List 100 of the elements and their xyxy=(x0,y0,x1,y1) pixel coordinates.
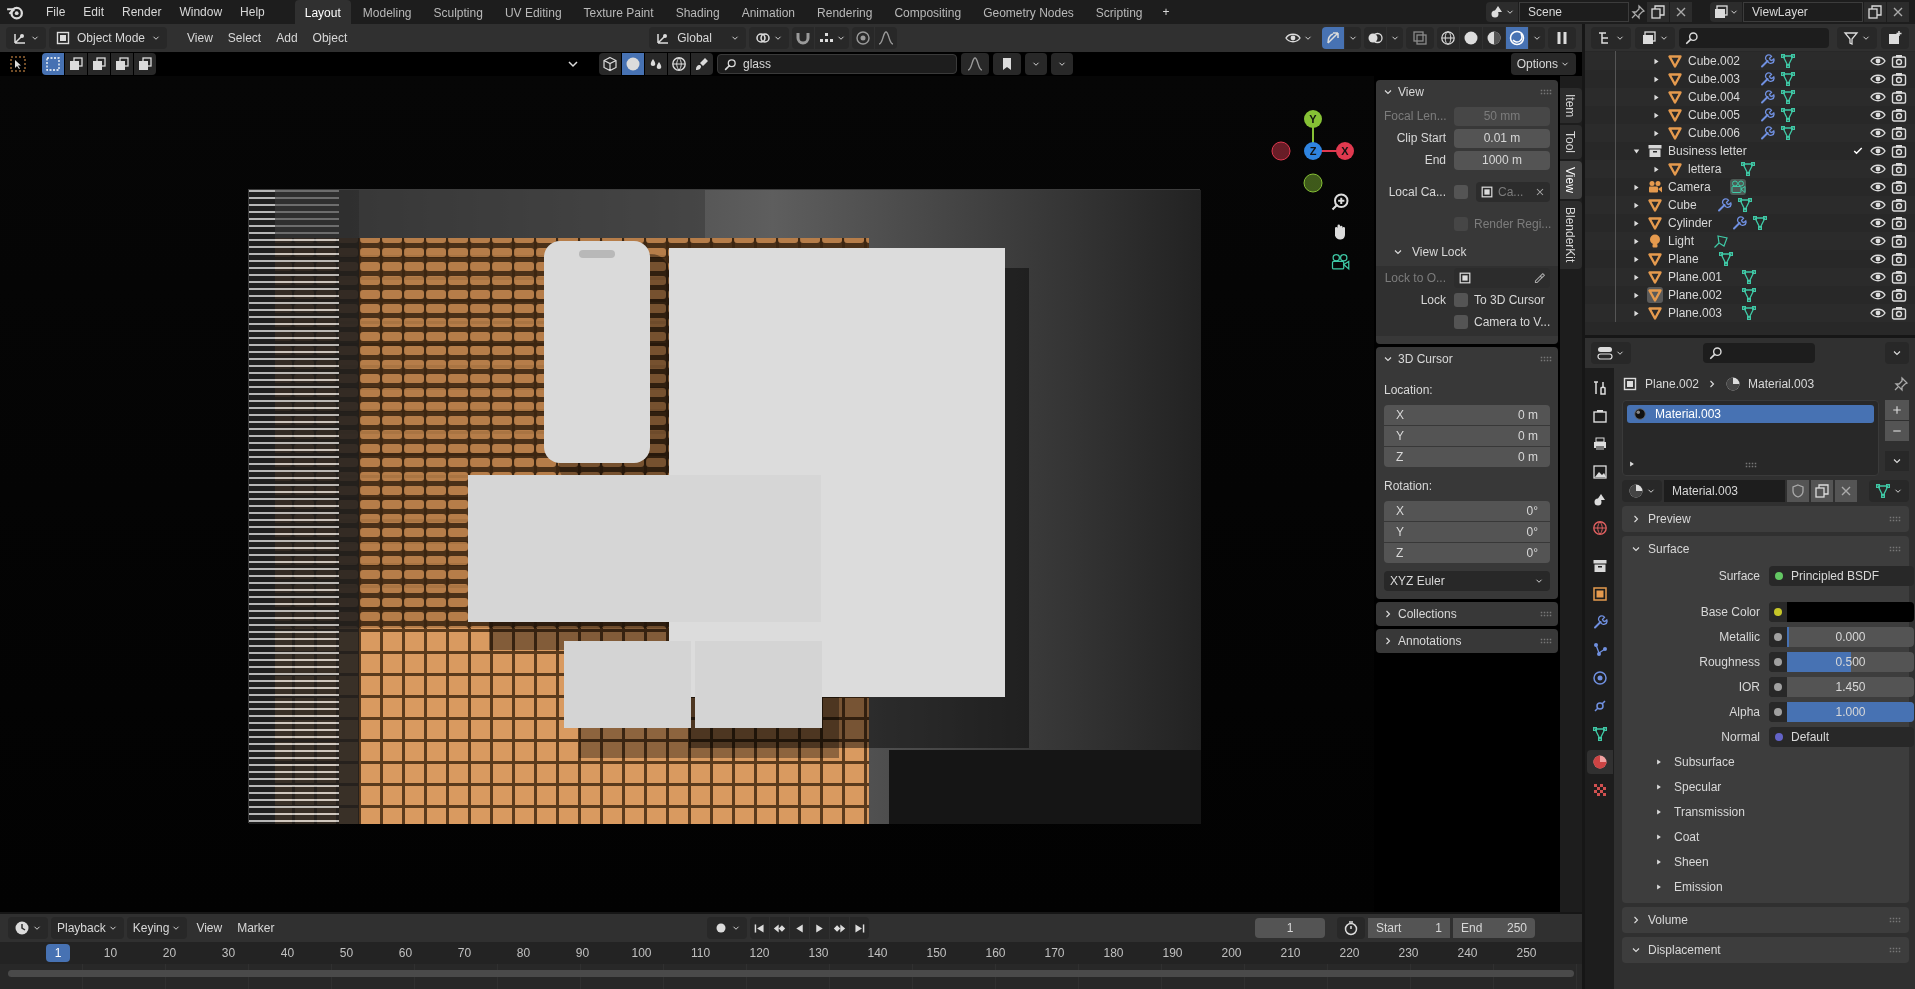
workspace-tab[interactable]: Compositing xyxy=(884,0,972,24)
frame-number: 110 xyxy=(689,945,712,962)
workspace-tab[interactable]: Animation xyxy=(731,0,806,24)
workspace-tab[interactable]: Texture Paint xyxy=(573,0,664,24)
rotation-mode-dropdown[interactable]: XYZ Euler xyxy=(1384,571,1550,591)
search-field[interactable]: glass xyxy=(717,54,957,74)
menu-item[interactable]: Select xyxy=(221,27,268,49)
mode-dropdown[interactable]: Object Mode xyxy=(49,27,168,49)
checkbox[interactable]: To 3D Cursor xyxy=(1454,291,1545,309)
node-link-field[interactable]: Principled BSDF xyxy=(1769,566,1914,586)
menu-item[interactable]: Marker xyxy=(231,917,281,939)
view-layer-field[interactable]: ViewLayer xyxy=(1743,2,1863,22)
sidebar-tab[interactable]: BlenderKit xyxy=(1560,201,1582,269)
frame-number: 80 xyxy=(515,945,532,962)
outliner-item-name[interactable]: Cube.006 xyxy=(1688,124,1741,142)
workspace-tab[interactable]: Sculpting xyxy=(423,0,493,24)
add-workspace-button[interactable]: + xyxy=(1154,0,1178,24)
outliner-item-name[interactable]: Cube.005 xyxy=(1688,106,1741,124)
number-field[interactable]: 1000 m xyxy=(1454,150,1550,170)
workspace-tab[interactable]: Shading xyxy=(665,0,730,24)
workspace-tab[interactable]: Geometry Nodes xyxy=(973,0,1084,24)
material-slot[interactable]: Material.003 xyxy=(1627,405,1874,423)
menu-item[interactable]: View xyxy=(181,27,219,49)
slider[interactable]: 0.000 xyxy=(1787,627,1914,647)
menu-item[interactable]: Window xyxy=(171,0,231,24)
property-label: Roughness xyxy=(1698,654,1760,671)
property-label: Normal xyxy=(1720,729,1760,746)
outliner-item-name[interactable]: Business letter xyxy=(1668,142,1747,160)
field-label: Lock xyxy=(1419,292,1446,309)
frame-number: 230 xyxy=(1397,945,1420,962)
number-field[interactable]: 0.01 m xyxy=(1454,128,1550,148)
menu-item[interactable]: File xyxy=(38,0,74,24)
menu-item[interactable]: Edit xyxy=(75,0,113,24)
menu-item[interactable]: View xyxy=(190,917,229,939)
frame-number[interactable]: 1 xyxy=(46,944,70,962)
field-label: Lock to O... xyxy=(1384,270,1446,287)
slider[interactable]: 1.000 xyxy=(1787,702,1914,722)
outliner-item-name[interactable]: Plane.002 xyxy=(1668,286,1723,304)
material-name-field[interactable]: Material.003 xyxy=(1664,480,1785,502)
menu-item[interactable]: Help xyxy=(232,0,273,24)
frame-number: 90 xyxy=(574,945,591,962)
number-field[interactable]: X 0 m xyxy=(1384,405,1550,425)
workspace-tab[interactable]: Layout xyxy=(294,0,351,24)
outliner-item-name[interactable]: Cube.002 xyxy=(1688,52,1741,70)
current-frame-field[interactable]: 1 xyxy=(1255,918,1325,938)
sidebar-tab[interactable]: Tool xyxy=(1560,125,1582,160)
field-label: Local Ca... xyxy=(1387,184,1446,201)
subpanel-title[interactable]: Sheen xyxy=(1674,853,1709,871)
panel-title[interactable]: 3D Cursor xyxy=(1398,350,1536,368)
workspace-tab[interactable]: Scripting xyxy=(1085,0,1153,24)
checkbox[interactable]: Camera to V... xyxy=(1454,313,1551,331)
outliner-item-name[interactable]: Cylinder xyxy=(1668,214,1712,232)
outliner-item-name[interactable]: Plane.001 xyxy=(1668,268,1723,286)
outliner-item-name[interactable]: Plane xyxy=(1668,250,1699,268)
sidebar-tab[interactable]: Item xyxy=(1560,88,1582,124)
outliner-item-name[interactable]: Plane.003 xyxy=(1668,304,1723,322)
breadcrumb-item[interactable]: Material.003 xyxy=(1748,375,1815,393)
number-field[interactable]: X 0° xyxy=(1384,501,1550,521)
outliner-item-name[interactable]: lettera xyxy=(1688,160,1722,178)
number-field[interactable]: 1.450 xyxy=(1787,677,1914,697)
workspace-tab[interactable]: Modeling xyxy=(352,0,422,24)
outliner-item-name[interactable]: Cube.003 xyxy=(1688,70,1741,88)
outliner-item-name[interactable]: Cube.004 xyxy=(1688,88,1741,106)
subpanel-title[interactable]: Coat xyxy=(1674,828,1700,846)
number-field[interactable]: Y 0 m xyxy=(1384,426,1550,446)
frame-number: 200 xyxy=(1220,945,1243,962)
frame-number: 210 xyxy=(1279,945,1302,962)
frame-number: 220 xyxy=(1338,945,1361,962)
frame-number: 150 xyxy=(925,945,948,962)
breadcrumb-item[interactable]: Plane.002 xyxy=(1645,375,1700,393)
menu-item[interactable]: Playback xyxy=(51,917,124,939)
workspace-tab[interactable]: UV Editing xyxy=(494,0,572,24)
outliner-item-name[interactable]: Cube xyxy=(1668,196,1697,214)
number-field[interactable]: Y 0° xyxy=(1384,522,1550,542)
frame-number: 130 xyxy=(807,945,830,962)
orientation-dropdown[interactable]: Global xyxy=(649,27,746,49)
subpanel-title[interactable]: Emission xyxy=(1674,878,1723,896)
outliner-item-name[interactable]: Light xyxy=(1668,232,1695,250)
scene-field[interactable]: Scene xyxy=(1519,2,1629,22)
workspace-tab[interactable]: Rendering xyxy=(807,0,883,24)
menu-item[interactable]: Render xyxy=(114,0,170,24)
subpanel-title[interactable]: Subsurface xyxy=(1674,753,1735,771)
property-label: Alpha xyxy=(1728,704,1760,721)
start-frame-field[interactable]: Start 1 xyxy=(1368,918,1450,938)
outliner-item-name[interactable]: Camera xyxy=(1668,178,1711,196)
menu-item[interactable]: Object xyxy=(306,27,354,49)
node-link-field[interactable]: Default xyxy=(1769,727,1914,747)
menu-item[interactable]: Add xyxy=(270,27,304,49)
number-field[interactable]: Z 0° xyxy=(1384,543,1550,563)
panel-title[interactable]: Surface xyxy=(1648,540,1883,558)
sidebar-tab[interactable]: View xyxy=(1560,161,1582,200)
panel-title[interactable]: View xyxy=(1398,83,1536,101)
subpanel-title[interactable]: Transmission xyxy=(1674,803,1745,821)
subpanel-title[interactable]: Specular xyxy=(1674,778,1722,796)
end-frame-field[interactable]: End 250 xyxy=(1453,918,1535,938)
menu-item[interactable]: Keying xyxy=(126,917,188,939)
subpanel-title[interactable]: View Lock xyxy=(1412,243,1467,261)
options-dropdown[interactable]: Options xyxy=(1510,53,1576,75)
number-field[interactable]: Z 0 m xyxy=(1384,447,1550,467)
frame-number: 60 xyxy=(397,945,414,962)
